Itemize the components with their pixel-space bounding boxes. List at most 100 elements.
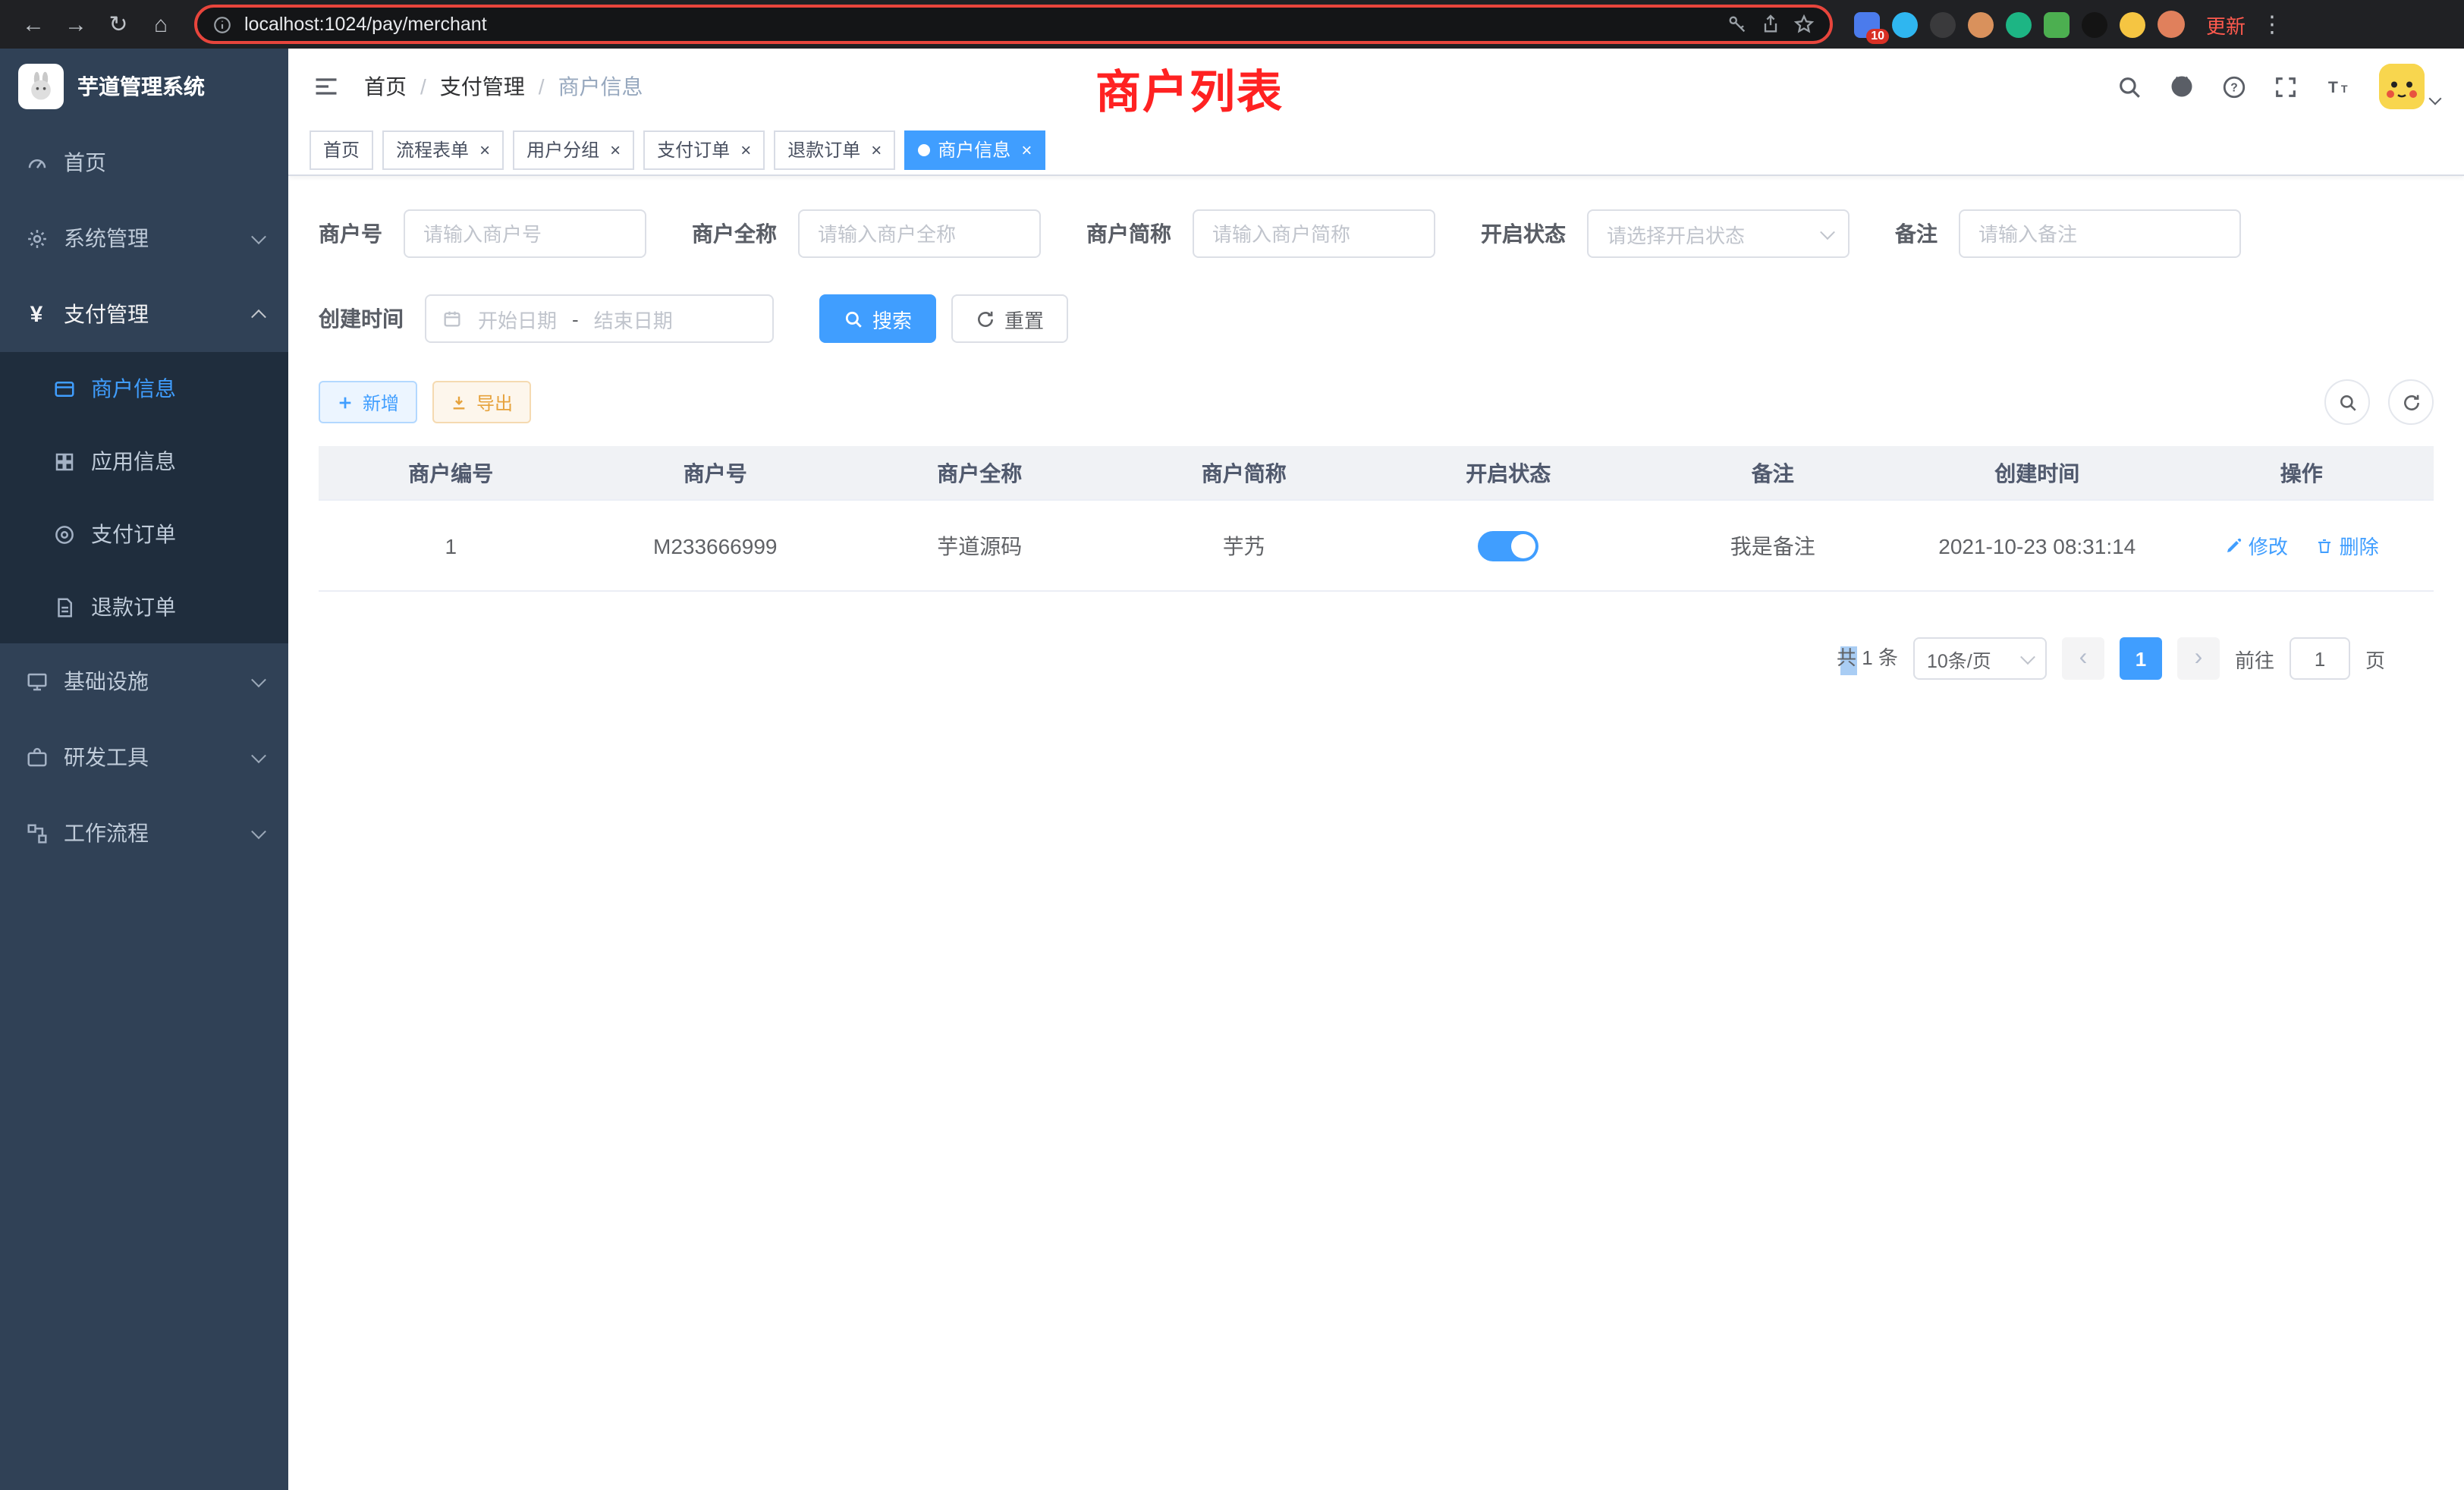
reset-button[interactable]: 重置 [951, 294, 1068, 343]
cell-merchant-id: 1 [319, 533, 583, 558]
password-key-icon[interactable] [1727, 14, 1748, 35]
breadcrumb-current: 商户信息 [558, 71, 643, 102]
browser-chrome: ← → ↻ ⌂ localhost:1024/pay/merchant 10 [0, 0, 2464, 49]
tab-refund-orders[interactable]: 退款订单 × [774, 130, 895, 169]
extension-icon-5[interactable] [2006, 11, 2032, 37]
status-select[interactable]: 请选择开启状态 [1587, 209, 1850, 258]
breadcrumb-separator: / [420, 74, 426, 99]
page-number-button[interactable]: 1 [2120, 637, 2162, 680]
close-icon[interactable]: × [479, 140, 490, 159]
tab-home[interactable]: 首页 [310, 130, 373, 169]
browser-reload-icon[interactable]: ↻ [100, 6, 137, 42]
export-button[interactable]: 导出 [432, 381, 531, 423]
sidebar-item-home[interactable]: 首页 [0, 124, 288, 200]
app-logo-row[interactable]: 芋道管理系统 [0, 49, 288, 124]
date-range-picker[interactable]: 开始日期 - 结束日期 [425, 294, 774, 343]
extension-icon-8[interactable] [2120, 11, 2145, 37]
chevron-down-icon [251, 228, 266, 244]
browser-forward-icon[interactable]: → [58, 6, 94, 42]
prev-page-button[interactable]: ‹ [2062, 637, 2104, 680]
short-name-input[interactable] [1193, 209, 1435, 258]
gear-icon [24, 226, 49, 250]
annotation-merchant-list: 商户列表 [1095, 55, 1284, 121]
col-actions: 操作 [2170, 457, 2434, 488]
extension-icon-1[interactable]: 10 [1854, 11, 1880, 37]
tab-user-group[interactable]: 用户分组 × [513, 130, 634, 169]
screen: ← → ↻ ⌂ localhost:1024/pay/merchant 10 [0, 0, 2464, 1490]
refresh-icon[interactable] [2388, 379, 2434, 425]
total-count: 共 1 条 [1840, 643, 1898, 674]
page-size-select[interactable]: 10条/页 [1913, 637, 2047, 680]
filter-row-1: 商户号 商户全称 商户简称 开启状态 请选择开启状态 [319, 209, 2434, 258]
search-icon[interactable] [2117, 74, 2142, 99]
extension-icon-7[interactable] [2082, 11, 2107, 37]
address-bar[interactable]: localhost:1024/pay/merchant [194, 5, 1833, 44]
bookmark-star-icon[interactable] [1793, 14, 1815, 35]
site-info-icon[interactable] [212, 14, 232, 34]
app-title: 芋道管理系统 [77, 71, 205, 102]
github-icon[interactable] [2168, 73, 2195, 100]
sidebar-item-pay-orders[interactable]: 支付订单 [0, 498, 288, 571]
close-icon[interactable]: × [740, 140, 751, 159]
sidebar-item-refund-orders[interactable]: 退款订单 [0, 571, 288, 643]
font-size-icon[interactable]: TT [2324, 74, 2353, 99]
browser-back-icon[interactable]: ← [15, 6, 52, 42]
share-icon[interactable] [1760, 14, 1781, 35]
show-search-icon[interactable] [2324, 379, 2370, 425]
close-icon[interactable]: × [871, 140, 882, 159]
sidebar-item-workflow[interactable]: 工作流程 [0, 795, 288, 871]
tab-merchant-info[interactable]: 商户信息 × [904, 130, 1045, 169]
chevron-up-icon [251, 309, 266, 324]
sidebar-item-dev-tools[interactable]: 研发工具 [0, 719, 288, 795]
filter-short-name: 商户简称 [1086, 209, 1435, 258]
breadcrumb-payment[interactable]: 支付管理 [440, 71, 525, 102]
extension-icon-3[interactable] [1930, 11, 1956, 37]
close-icon[interactable]: × [1021, 140, 1032, 159]
edit-link[interactable]: 修改 [2224, 531, 2288, 560]
extension-icon-6[interactable] [2044, 11, 2070, 37]
col-short-name: 商户简称 [1112, 457, 1377, 488]
browser-home-icon[interactable]: ⌂ [143, 6, 179, 42]
user-avatar [2379, 64, 2425, 109]
svg-text:T: T [2341, 83, 2348, 95]
tab-process-form[interactable]: 流程表单 × [382, 130, 504, 169]
goto-page-input[interactable] [2290, 637, 2350, 680]
next-page-button[interactable]: › [2177, 637, 2220, 680]
sidebar-item-infrastructure[interactable]: 基础设施 [0, 643, 288, 719]
workflow-icon [24, 821, 49, 845]
tab-pay-orders[interactable]: 支付订单 × [643, 130, 765, 169]
sidebar-item-app-info[interactable]: 应用信息 [0, 425, 288, 498]
sidebar-item-payment[interactable]: ¥ 支付管理 [0, 276, 288, 352]
sidebar-item-system[interactable]: 系统管理 [0, 200, 288, 276]
browser-profile-avatar[interactable] [2158, 11, 2185, 38]
remark-input[interactable] [1959, 209, 2241, 258]
hamburger-icon[interactable] [313, 73, 340, 100]
help-icon[interactable]: ? [2221, 74, 2247, 99]
close-icon[interactable]: × [610, 140, 621, 159]
search-button[interactable]: 搜索 [819, 294, 936, 343]
cell-create-time: 2021-10-23 08:31:14 [1905, 533, 2170, 558]
fullscreen-icon[interactable] [2273, 74, 2299, 99]
table-header-row: 商户编号 商户号 商户全称 商户简称 开启状态 备注 创建时间 操作 [319, 446, 2434, 501]
browser-update-button[interactable]: 更新 [2206, 10, 2246, 39]
filter-row-2: 创建时间 开始日期 - 结束日期 搜索 重置 [319, 294, 2434, 343]
cell-status [1376, 530, 1641, 561]
delete-link[interactable]: 删除 [2315, 531, 2379, 560]
extension-icon-4[interactable] [1968, 11, 1994, 37]
breadcrumb: 首页 / 支付管理 / 商户信息 [364, 71, 643, 102]
breadcrumb-home[interactable]: 首页 [364, 71, 407, 102]
sidebar: 芋道管理系统 首页 系统管理 ¥ 支付管理 商户信息 [0, 49, 288, 1490]
status-toggle[interactable] [1478, 530, 1538, 561]
grid-icon [52, 449, 76, 473]
calendar-icon [442, 308, 463, 329]
svg-text:T: T [2328, 77, 2338, 96]
browser-menu-icon[interactable]: ⋮ [2261, 11, 2283, 38]
add-button[interactable]: 新增 [319, 381, 417, 423]
merchant-no-input[interactable] [404, 209, 646, 258]
user-menu[interactable] [2379, 64, 2440, 109]
card-icon [52, 376, 76, 401]
toolbox-icon [24, 745, 49, 769]
extension-icon-2[interactable] [1892, 11, 1918, 37]
sidebar-item-merchant-info[interactable]: 商户信息 [0, 352, 288, 425]
full-name-input[interactable] [798, 209, 1041, 258]
